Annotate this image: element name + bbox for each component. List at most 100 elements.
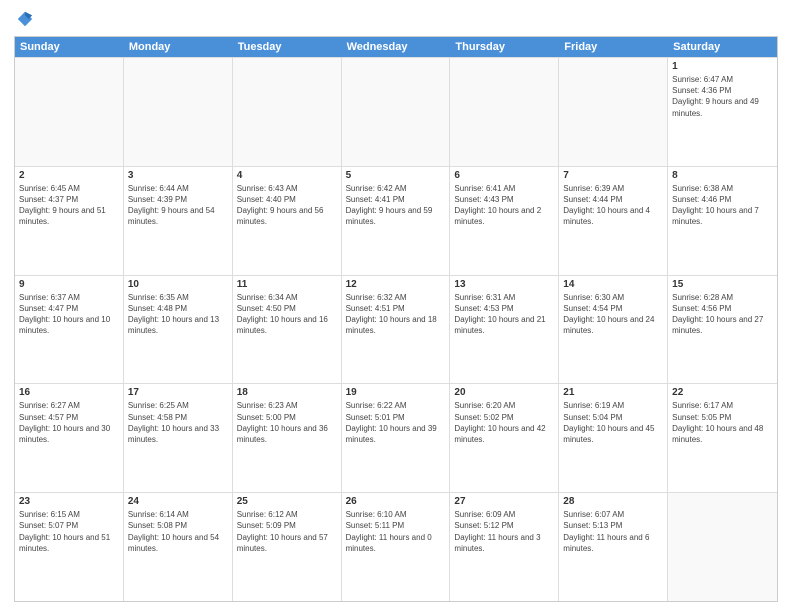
day-info: Sunrise: 6:07 AM Sunset: 5:13 PM Dayligh… bbox=[563, 509, 663, 554]
day-info: Sunrise: 6:44 AM Sunset: 4:39 PM Dayligh… bbox=[128, 183, 228, 228]
day-info: Sunrise: 6:14 AM Sunset: 5:08 PM Dayligh… bbox=[128, 509, 228, 554]
cal-cell: 11 Sunrise: 6:34 AM Sunset: 4:50 PM Dayli… bbox=[233, 276, 342, 384]
day-number: 6 bbox=[454, 170, 554, 181]
day-info: Sunrise: 6:47 AM Sunset: 4:36 PM Dayligh… bbox=[672, 74, 773, 119]
day-number: 15 bbox=[672, 279, 773, 290]
day-info: Sunrise: 6:22 AM Sunset: 5:01 PM Dayligh… bbox=[346, 400, 446, 445]
day-number: 5 bbox=[346, 170, 446, 181]
day-info: Sunrise: 6:30 AM Sunset: 4:54 PM Dayligh… bbox=[563, 292, 663, 337]
day-info: Sunrise: 6:37 AM Sunset: 4:47 PM Dayligh… bbox=[19, 292, 119, 337]
cal-cell bbox=[124, 58, 233, 166]
cal-cell: 9Sunrise: 6:37 AM Sunset: 4:47 PM Daylig… bbox=[15, 276, 124, 384]
day-info: Sunrise: 6:31 AM Sunset: 4:53 PM Dayligh… bbox=[454, 292, 554, 337]
week-row-2: 2 Sunrise: 6:45 AM Sunset: 4:37 PM Daylig… bbox=[15, 166, 777, 275]
calendar-header: SundayMondayTuesdayWednesdayThursdayFrid… bbox=[15, 37, 777, 57]
page: SundayMondayTuesdayWednesdayThursdayFrid… bbox=[0, 0, 792, 612]
header-cell-friday: Friday bbox=[559, 37, 668, 57]
day-number: 18 bbox=[237, 387, 337, 398]
header-cell-thursday: Thursday bbox=[450, 37, 559, 57]
day-info: Sunrise: 6:19 AM Sunset: 5:04 PM Dayligh… bbox=[563, 400, 663, 445]
cal-cell bbox=[559, 58, 668, 166]
day-info: Sunrise: 6:45 AM Sunset: 4:37 PM Dayligh… bbox=[19, 183, 119, 228]
header-cell-sunday: Sunday bbox=[15, 37, 124, 57]
day-info: Sunrise: 6:17 AM Sunset: 5:05 PM Dayligh… bbox=[672, 400, 773, 445]
cal-cell: 15 Sunrise: 6:28 AM Sunset: 4:56 PM Dayli… bbox=[668, 276, 777, 384]
cal-cell bbox=[15, 58, 124, 166]
cal-cell: 4Sunrise: 6:43 AM Sunset: 4:40 PM Daylig… bbox=[233, 167, 342, 275]
day-number: 28 bbox=[563, 496, 663, 507]
cal-cell: 19 Sunrise: 6:22 AM Sunset: 5:01 PM Dayli… bbox=[342, 384, 451, 492]
day-info: Sunrise: 6:12 AM Sunset: 5:09 PM Dayligh… bbox=[237, 509, 337, 554]
cal-cell: 16 Sunrise: 6:27 AM Sunset: 4:57 PM Dayli… bbox=[15, 384, 124, 492]
day-info: Sunrise: 6:10 AM Sunset: 5:11 PM Dayligh… bbox=[346, 509, 446, 554]
cal-cell: 25 Sunrise: 6:12 AM Sunset: 5:09 PM Dayli… bbox=[233, 493, 342, 601]
calendar-body: 1 Sunrise: 6:47 AM Sunset: 4:36 PM Daylig… bbox=[15, 57, 777, 601]
cal-cell bbox=[233, 58, 342, 166]
day-info: Sunrise: 6:42 AM Sunset: 4:41 PM Dayligh… bbox=[346, 183, 446, 228]
day-number: 8 bbox=[672, 170, 773, 181]
day-number: 7 bbox=[563, 170, 663, 181]
logo-icon bbox=[16, 10, 34, 28]
cal-cell: 24 Sunrise: 6:14 AM Sunset: 5:08 PM Dayli… bbox=[124, 493, 233, 601]
cal-cell: 23 Sunrise: 6:15 AM Sunset: 5:07 PM Dayli… bbox=[15, 493, 124, 601]
week-row-4: 16 Sunrise: 6:27 AM Sunset: 4:57 PM Dayli… bbox=[15, 383, 777, 492]
cal-cell: 27Sunrise: 6:09 AM Sunset: 5:12 PM Dayli… bbox=[450, 493, 559, 601]
week-row-1: 1 Sunrise: 6:47 AM Sunset: 4:36 PM Daylig… bbox=[15, 57, 777, 166]
day-number: 10 bbox=[128, 279, 228, 290]
cal-cell: 1 Sunrise: 6:47 AM Sunset: 4:36 PM Daylig… bbox=[668, 58, 777, 166]
week-row-3: 9Sunrise: 6:37 AM Sunset: 4:47 PM Daylig… bbox=[15, 275, 777, 384]
day-number: 4 bbox=[237, 170, 337, 181]
cal-cell: 8 Sunrise: 6:38 AM Sunset: 4:46 PM Daylig… bbox=[668, 167, 777, 275]
day-number: 14 bbox=[563, 279, 663, 290]
day-info: Sunrise: 6:35 AM Sunset: 4:48 PM Dayligh… bbox=[128, 292, 228, 337]
day-number: 27 bbox=[454, 496, 554, 507]
day-number: 11 bbox=[237, 279, 337, 290]
cal-cell: 18 Sunrise: 6:23 AM Sunset: 5:00 PM Dayli… bbox=[233, 384, 342, 492]
cal-cell: 17 Sunrise: 6:25 AM Sunset: 4:58 PM Dayli… bbox=[124, 384, 233, 492]
day-number: 26 bbox=[346, 496, 446, 507]
calendar: SundayMondayTuesdayWednesdayThursdayFrid… bbox=[14, 36, 778, 602]
header-cell-tuesday: Tuesday bbox=[233, 37, 342, 57]
day-info: Sunrise: 6:28 AM Sunset: 4:56 PM Dayligh… bbox=[672, 292, 773, 337]
day-info: Sunrise: 6:39 AM Sunset: 4:44 PM Dayligh… bbox=[563, 183, 663, 228]
day-number: 3 bbox=[128, 170, 228, 181]
day-number: 17 bbox=[128, 387, 228, 398]
day-number: 25 bbox=[237, 496, 337, 507]
cal-cell bbox=[450, 58, 559, 166]
cal-cell bbox=[342, 58, 451, 166]
day-info: Sunrise: 6:23 AM Sunset: 5:00 PM Dayligh… bbox=[237, 400, 337, 445]
day-info: Sunrise: 6:15 AM Sunset: 5:07 PM Dayligh… bbox=[19, 509, 119, 554]
header-cell-monday: Monday bbox=[124, 37, 233, 57]
day-number: 1 bbox=[672, 61, 773, 72]
header-cell-saturday: Saturday bbox=[668, 37, 777, 57]
cal-cell: 26 Sunrise: 6:10 AM Sunset: 5:11 PM Dayli… bbox=[342, 493, 451, 601]
day-number: 24 bbox=[128, 496, 228, 507]
cal-cell bbox=[668, 493, 777, 601]
day-number: 2 bbox=[19, 170, 119, 181]
logo bbox=[14, 10, 38, 28]
day-number: 21 bbox=[563, 387, 663, 398]
week-row-5: 23 Sunrise: 6:15 AM Sunset: 5:07 PM Dayli… bbox=[15, 492, 777, 601]
cal-cell: 10 Sunrise: 6:35 AM Sunset: 4:48 PM Dayli… bbox=[124, 276, 233, 384]
cal-cell: 2 Sunrise: 6:45 AM Sunset: 4:37 PM Daylig… bbox=[15, 167, 124, 275]
header-cell-wednesday: Wednesday bbox=[342, 37, 451, 57]
day-number: 16 bbox=[19, 387, 119, 398]
day-info: Sunrise: 6:25 AM Sunset: 4:58 PM Dayligh… bbox=[128, 400, 228, 445]
day-number: 13 bbox=[454, 279, 554, 290]
day-number: 23 bbox=[19, 496, 119, 507]
day-info: Sunrise: 6:27 AM Sunset: 4:57 PM Dayligh… bbox=[19, 400, 119, 445]
day-number: 22 bbox=[672, 387, 773, 398]
cal-cell: 20 Sunrise: 6:20 AM Sunset: 5:02 PM Dayli… bbox=[450, 384, 559, 492]
day-number: 12 bbox=[346, 279, 446, 290]
cal-cell: 5 Sunrise: 6:42 AM Sunset: 4:41 PM Daylig… bbox=[342, 167, 451, 275]
cal-cell: 13 Sunrise: 6:31 AM Sunset: 4:53 PM Dayli… bbox=[450, 276, 559, 384]
day-info: Sunrise: 6:20 AM Sunset: 5:02 PM Dayligh… bbox=[454, 400, 554, 445]
cal-cell: 14 Sunrise: 6:30 AM Sunset: 4:54 PM Dayli… bbox=[559, 276, 668, 384]
day-info: Sunrise: 6:32 AM Sunset: 4:51 PM Dayligh… bbox=[346, 292, 446, 337]
cal-cell: 22 Sunrise: 6:17 AM Sunset: 5:05 PM Dayli… bbox=[668, 384, 777, 492]
cal-cell: 21 Sunrise: 6:19 AM Sunset: 5:04 PM Dayli… bbox=[559, 384, 668, 492]
day-number: 20 bbox=[454, 387, 554, 398]
day-number: 19 bbox=[346, 387, 446, 398]
day-info: Sunrise: 6:38 AM Sunset: 4:46 PM Dayligh… bbox=[672, 183, 773, 228]
day-info: Sunrise: 6:34 AM Sunset: 4:50 PM Dayligh… bbox=[237, 292, 337, 337]
